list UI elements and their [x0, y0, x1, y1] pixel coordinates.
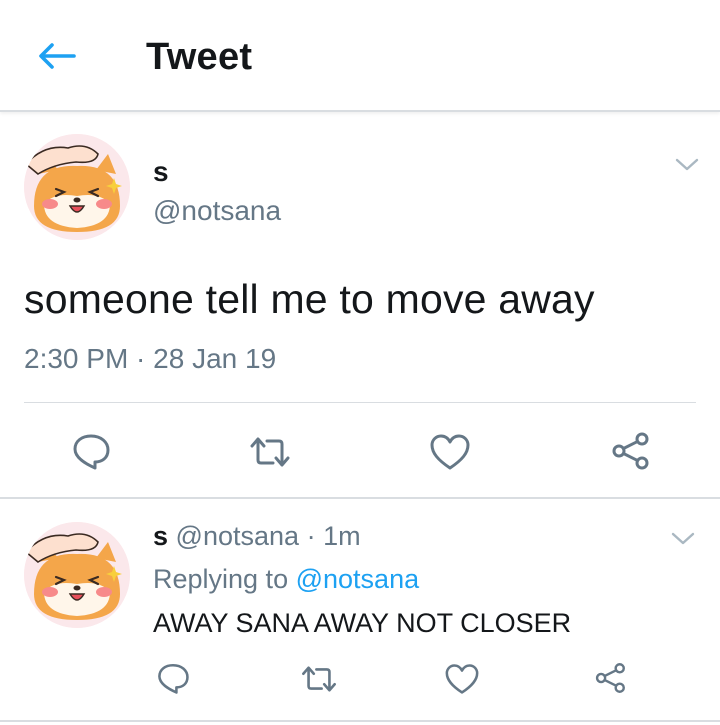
- reply-text: AWAY SANA AWAY NOT CLOSER: [153, 608, 572, 638]
- separator: ·: [306, 521, 316, 551]
- divider: [24, 402, 696, 403]
- author-name[interactable]: s: [153, 521, 168, 551]
- divider: [0, 720, 720, 722]
- retweet-button[interactable]: [298, 662, 340, 696]
- tweet-timestamp[interactable]: 2:30 PM · 28 Jan 19: [24, 343, 276, 375]
- retweet-icon: [302, 666, 336, 692]
- tweet-menu-button[interactable]: [672, 153, 702, 177]
- like-button[interactable]: [426, 432, 474, 472]
- chevron-down-icon: [675, 158, 699, 171]
- reply-time[interactable]: 1m: [323, 521, 361, 551]
- top-bar: Tweet: [0, 0, 720, 112]
- reply-icon: [158, 663, 189, 694]
- arrow-left-icon: [39, 43, 76, 69]
- retweet-button[interactable]: [244, 432, 296, 472]
- replying-to-link[interactable]: @notsana: [296, 564, 420, 594]
- tweet-text: someone tell me to move away: [24, 276, 595, 322]
- share-icon: [612, 432, 649, 470]
- avatar[interactable]: [24, 522, 130, 628]
- reply-button[interactable]: [153, 660, 193, 696]
- retweet-icon: [250, 437, 290, 467]
- share-icon: [595, 663, 625, 693]
- back-button[interactable]: [30, 34, 82, 78]
- like-icon: [445, 664, 479, 694]
- like-icon: [430, 434, 470, 470]
- replying-to: Replying to @notsana: [153, 564, 419, 595]
- author-name[interactable]: s: [153, 156, 169, 188]
- author-handle[interactable]: @notsana: [176, 521, 300, 551]
- reply-button[interactable]: [66, 430, 116, 472]
- share-button[interactable]: [590, 660, 630, 696]
- like-button[interactable]: [442, 662, 482, 696]
- reply-icon: [73, 434, 110, 470]
- reply-header: s @notsana · 1m: [153, 521, 361, 552]
- page-title: Tweet: [146, 36, 253, 78]
- share-button[interactable]: [606, 430, 654, 472]
- chevron-down-icon: [671, 532, 695, 545]
- divider: [0, 497, 720, 499]
- reply-menu-button[interactable]: [668, 527, 698, 551]
- avatar[interactable]: [24, 134, 130, 240]
- replying-to-label: Replying to: [153, 564, 289, 594]
- author-handle[interactable]: @notsana: [153, 195, 281, 227]
